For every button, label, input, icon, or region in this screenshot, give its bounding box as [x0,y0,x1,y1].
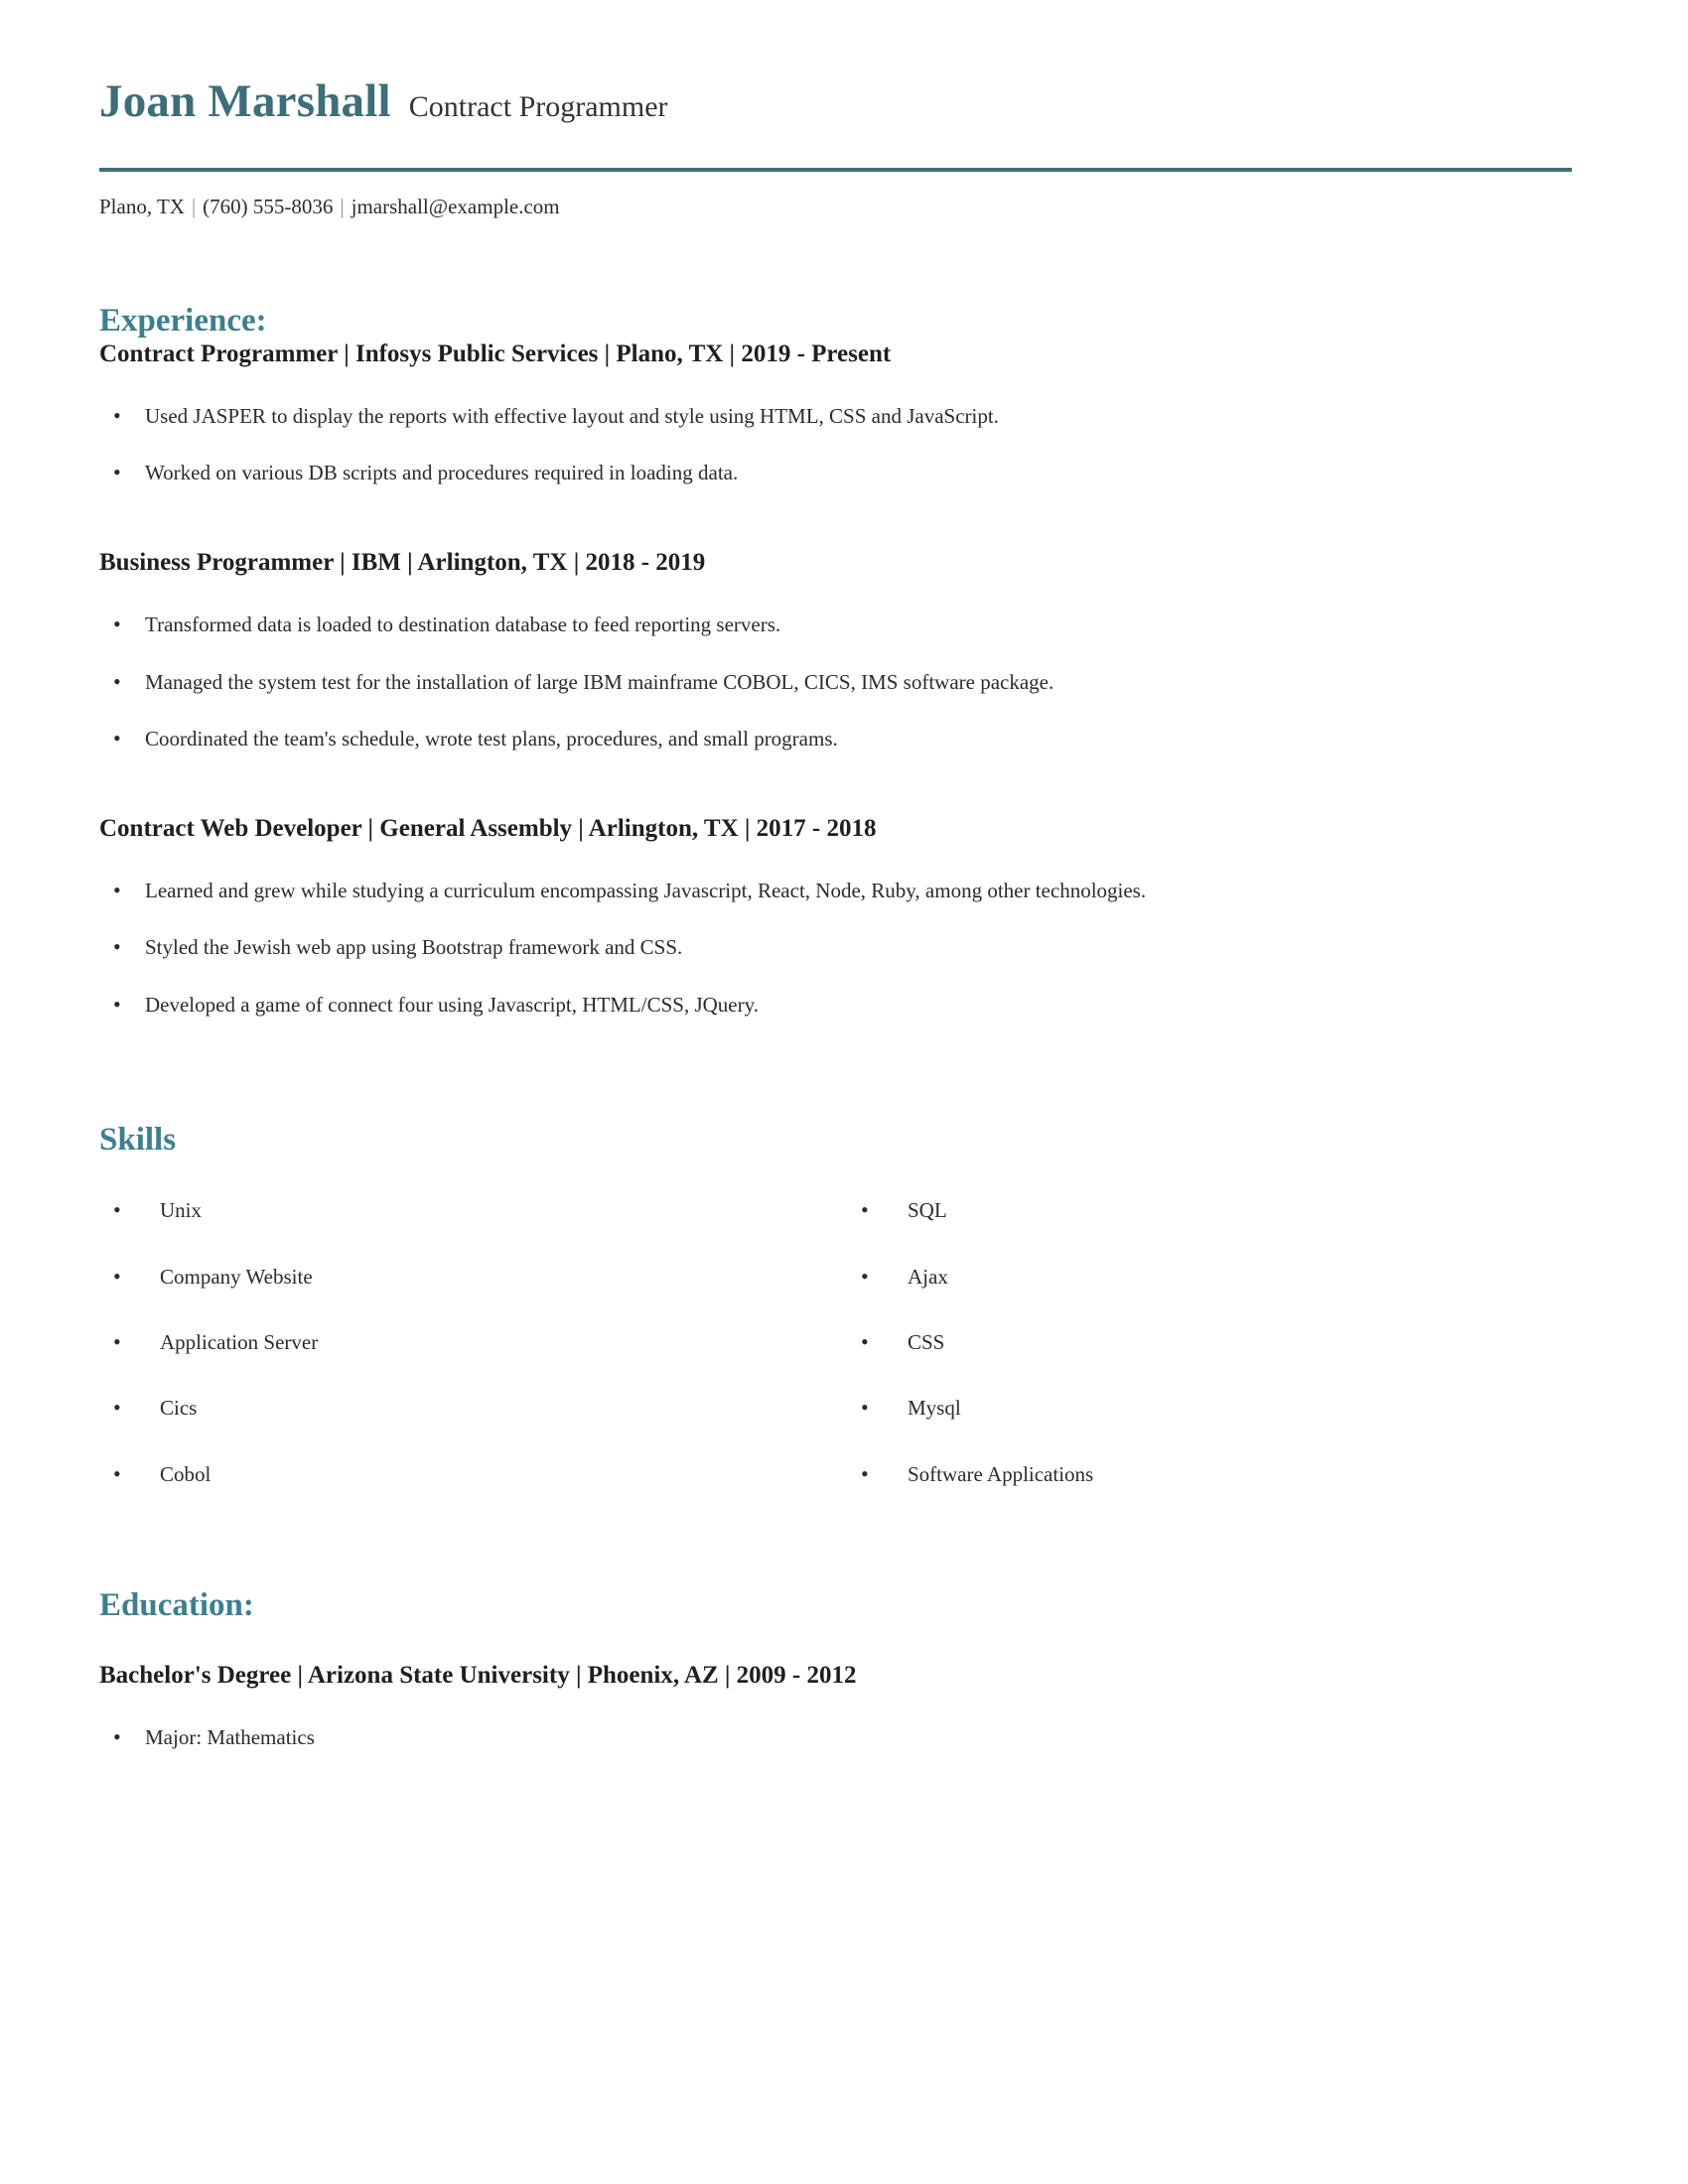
skills-column-right: SQL Ajax CSS Mysql Software Applications [847,1158,1589,1488]
bullet-item: Managed the system test for the installa… [99,668,1589,697]
bullet-item: Coordinated the team's schedule, wrote t… [99,725,1589,753]
skills-grid: Unix Company Website Application Server … [99,1158,1589,1488]
education-entry-heading: Bachelor's Degree | Arizona State Univer… [99,1662,857,1690]
skill-item: Unix [99,1196,847,1225]
experience-entry-bullets: Learned and grew while studying a curric… [99,877,1589,1020]
education-section: Education: Bachelor's Degree | Arizona S… [99,1587,1589,1752]
contact-separator-2: | [340,195,345,219]
experience-entry: Contract Programmer | Infosys Public Ser… [99,340,1589,487]
skill-item: CSS [847,1328,1589,1357]
resume-page: Joan Marshall Contract Programmer Plano,… [0,0,1688,2184]
section-title-skills: Skills [99,1122,177,1159]
experience-entry: Contract Web Developer | General Assembl… [99,814,1589,1019]
skill-item: Company Website [99,1263,847,1292]
resume-header: Joan Marshall Contract Programmer Plano,… [99,0,1589,219]
contact-line: Plano, TX | (760) 555-8036 | jmarshall@examp… [99,195,1589,219]
section-title-experience: Experience: [99,303,267,340]
contact-phone[interactable]: (760) 555-8036 [203,195,333,218]
bullet-item: Styled the Jewish web app using Bootstra… [99,933,1589,962]
contact-email[interactable]: jmarshall@example.com [352,195,560,218]
bullet-item: Learned and grew while studying a curric… [99,877,1589,905]
experience-entry-bullets: Used JASPER to display the reports with … [99,402,1589,487]
skill-item: SQL [847,1196,1589,1225]
experience-section: Experience: Contract Programmer | Infosy… [99,303,1589,1019]
candidate-name: Joan Marshall [99,75,391,127]
experience-entry-heading: Business Programmer | IBM | Arlington, T… [99,549,706,577]
education-entry: Bachelor's Degree | Arizona State Univer… [99,1661,1589,1752]
contact-separator-1: | [191,195,197,219]
experience-entry-bullets: Transformed data is loaded to destinatio… [99,611,1589,753]
skills-section: Skills Unix Company Website Application … [99,1122,1589,1488]
skill-item: Software Applications [847,1459,1589,1488]
contact-location: Plano, TX [99,195,185,219]
bullet-item: Used JASPER to display the reports with … [99,402,1589,431]
skill-item: Ajax [847,1263,1589,1292]
bullet-item: Developed a game of connect four using J… [99,991,1589,1020]
name-and-headline: Joan Marshall Contract Programmer [99,75,1589,127]
experience-entry-heading: Contract Programmer | Infosys Public Ser… [99,340,892,367]
skill-item: Application Server [99,1328,847,1357]
skills-column-left: Unix Company Website Application Server … [99,1158,847,1488]
candidate-headline: Contract Programmer [408,90,668,123]
bullet-item: Transformed data is loaded to destinatio… [99,611,1589,639]
header-divider-rule [99,168,1572,173]
experience-entry: Business Programmer | IBM | Arlington, T… [99,548,1589,752]
bullet-item: Worked on various DB scripts and procedu… [99,459,1589,487]
bullet-item: Major: Mathematics [99,1723,1589,1752]
skill-item: Cobol [99,1459,847,1488]
experience-entry-heading: Contract Web Developer | General Assembl… [99,815,877,843]
education-entry-bullets: Major: Mathematics [99,1723,1589,1752]
skill-item: Mysql [847,1394,1589,1423]
section-title-education: Education: [99,1586,254,1623]
skill-item: Cics [99,1394,847,1423]
